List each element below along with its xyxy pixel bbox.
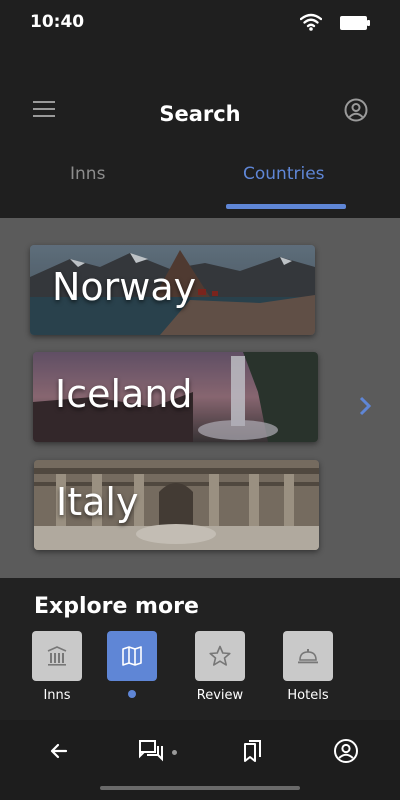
country-name: Iceland <box>55 372 193 416</box>
account-icon[interactable] <box>344 98 368 122</box>
map-icon <box>122 646 142 666</box>
country-list: Norway Iceland Italy <box>0 218 400 578</box>
tab-indicator <box>226 204 346 209</box>
tab-inns[interactable]: Inns <box>70 164 105 184</box>
bottom-navigation <box>0 720 400 800</box>
explore-review-label: Review <box>196 688 244 703</box>
home-indicator[interactable] <box>100 786 300 790</box>
page-title: Search <box>159 102 241 126</box>
wifi-icon <box>300 13 322 31</box>
explore-hotels-label: Hotels <box>287 688 329 703</box>
status-time: 10:40 <box>30 12 85 32</box>
explore-section: Explore more Inns Review Hotels <box>0 578 400 720</box>
country-name: Italy <box>56 480 139 524</box>
country-card-italy[interactable]: Italy <box>34 460 319 550</box>
explore-map-button[interactable] <box>107 631 157 681</box>
building-icon <box>47 646 67 666</box>
app-bar: Search Inns Countries <box>0 46 400 218</box>
active-indicator-dot <box>128 690 136 698</box>
explore-review-button[interactable] <box>195 631 245 681</box>
back-arrow-icon[interactable] <box>46 738 72 764</box>
room-service-icon <box>298 649 318 664</box>
chat-notification-dot <box>172 750 177 755</box>
country-card-norway[interactable]: Norway <box>30 245 315 335</box>
explore-title: Explore more <box>34 594 199 619</box>
status-bar: 10:40 <box>0 0 400 46</box>
star-icon <box>209 645 231 666</box>
explore-hotels-button[interactable] <box>283 631 333 681</box>
chat-icon[interactable] <box>138 738 164 764</box>
explore-inns-label: Inns <box>43 688 71 703</box>
chevron-right-icon[interactable] <box>356 394 374 418</box>
battery-icon <box>340 16 370 30</box>
account-icon[interactable] <box>333 738 359 764</box>
country-name: Norway <box>52 265 197 309</box>
tab-countries[interactable]: Countries <box>243 164 325 184</box>
bookmark-icon[interactable] <box>240 738 266 764</box>
explore-inns-button[interactable] <box>32 631 82 681</box>
country-card-iceland[interactable]: Iceland <box>33 352 318 442</box>
